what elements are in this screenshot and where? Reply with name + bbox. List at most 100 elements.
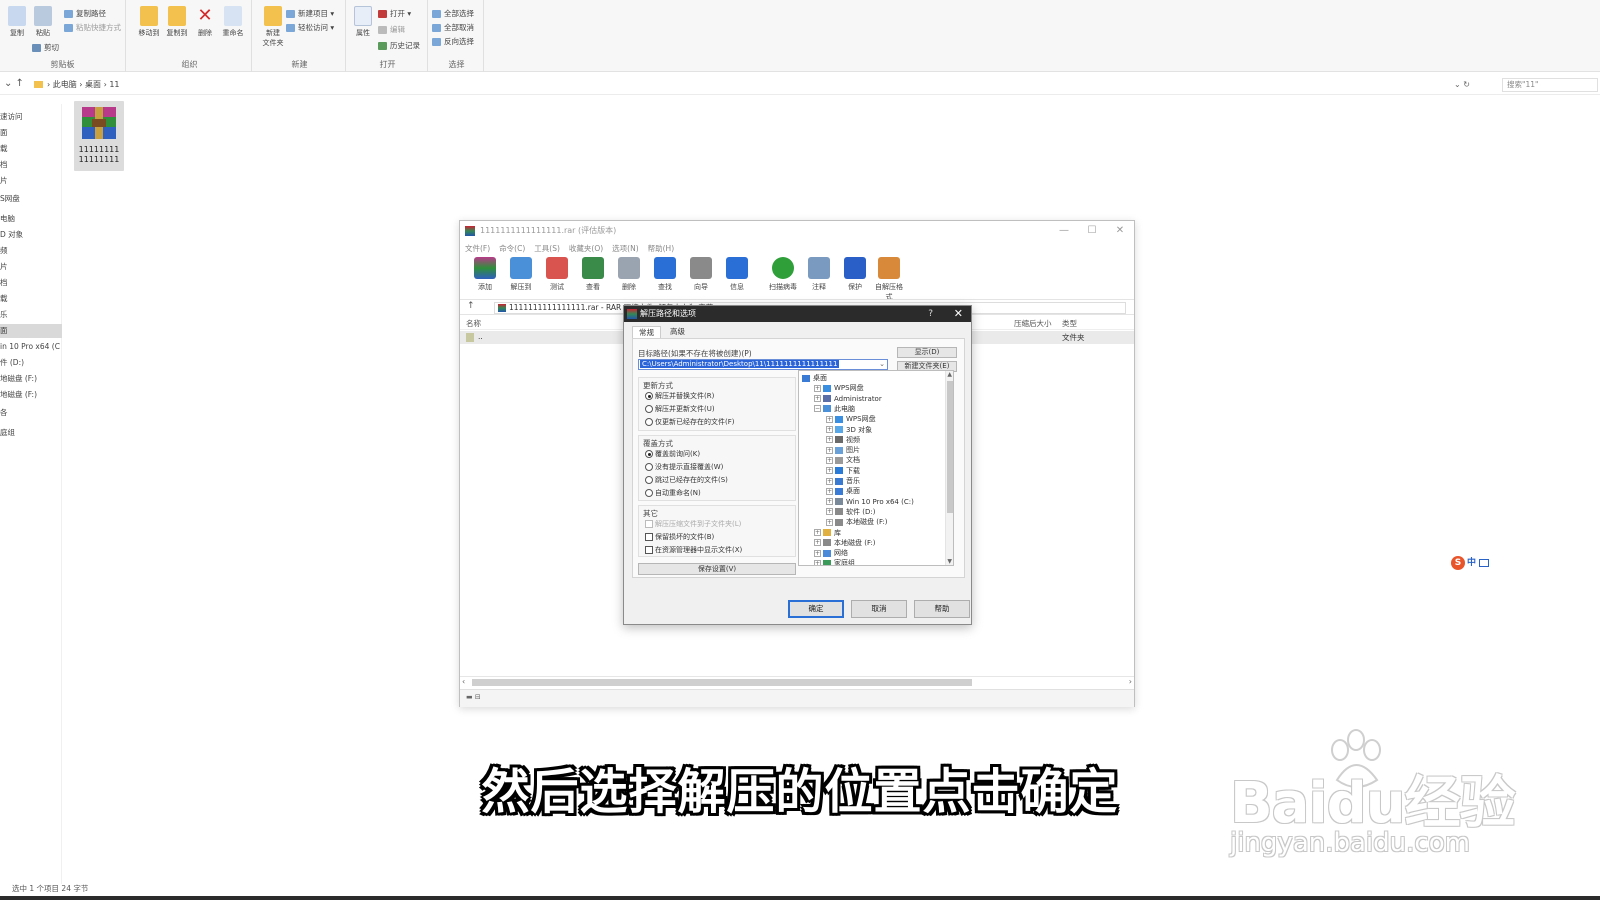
folder-tree[interactable]: 桌面 + WPS网盘 + Administrator − 此电脑 + WPS网盘 +3D 对象 + 视… bbox=[798, 370, 954, 566]
invert-selection-button[interactable]: 反向选择 bbox=[432, 36, 474, 48]
expand-icon[interactable]: + bbox=[814, 395, 821, 403]
tree-node[interactable]: + 桌面 bbox=[826, 486, 860, 496]
expand-icon[interactable]: + bbox=[826, 498, 833, 506]
toolbar-button[interactable]: 解压到 bbox=[504, 257, 538, 292]
expand-icon[interactable]: + bbox=[814, 549, 821, 557]
tree-node[interactable]: + 文档 bbox=[826, 455, 860, 465]
tree-node[interactable]: 桌面 bbox=[802, 373, 827, 383]
tab-general[interactable]: 常规 bbox=[632, 326, 661, 338]
copy-button[interactable]: 复制 bbox=[4, 6, 30, 38]
close-icon[interactable]: ✕ bbox=[1106, 221, 1134, 241]
show-button[interactable]: 显示(D) bbox=[897, 347, 957, 358]
toolbar-button[interactable]: 查找 bbox=[648, 257, 682, 292]
toolbar-button[interactable]: 删除 bbox=[612, 257, 646, 292]
horizontal-scrollbar[interactable]: ‹ › bbox=[460, 676, 1134, 688]
expand-icon[interactable]: + bbox=[826, 436, 833, 444]
toolbar-button[interactable]: 注释 bbox=[802, 257, 836, 292]
sidebar-item[interactable]: S网盘 bbox=[0, 192, 62, 206]
expand-icon[interactable]: + bbox=[814, 559, 821, 565]
help-button[interactable]: 帮助 bbox=[914, 600, 970, 618]
sidebar-item[interactable]: 地磁盘 (F:) bbox=[0, 388, 62, 402]
sidebar-item[interactable]: 档 bbox=[0, 276, 62, 290]
up-one-level-icon[interactable]: ↑ bbox=[467, 301, 475, 311]
move-to-button[interactable]: 移动到 bbox=[136, 6, 162, 38]
sidebar-item[interactable]: 速访问 bbox=[0, 110, 62, 124]
sidebar-item[interactable]: 电脑 bbox=[0, 212, 62, 226]
refresh-icon[interactable]: ⌄ ↻ bbox=[1454, 78, 1470, 92]
toolbar-button[interactable]: 信息 bbox=[720, 257, 754, 292]
radio-auto-rename[interactable]: 自动重命名(N) bbox=[645, 488, 701, 498]
tab-advanced[interactable]: 高级 bbox=[664, 326, 691, 338]
copy-path-button[interactable]: 复制路径 bbox=[64, 8, 106, 20]
scroll-thumb[interactable] bbox=[472, 679, 972, 686]
easy-access-button[interactable]: 轻松访问 ▾ bbox=[286, 22, 334, 34]
maximize-icon[interactable]: ☐ bbox=[1078, 221, 1106, 241]
select-none-button[interactable]: 全部取消 bbox=[432, 22, 474, 34]
expand-icon[interactable]: + bbox=[826, 467, 833, 475]
history-button[interactable]: 历史记录 bbox=[378, 40, 420, 52]
radio-skip-existing[interactable]: 跳过已经存在的文件(S) bbox=[645, 475, 728, 485]
tree-node[interactable]: + Administrator bbox=[814, 394, 882, 404]
menu-item[interactable]: 文件(F) bbox=[465, 244, 490, 253]
crumb-this-pc[interactable]: 此电脑 bbox=[53, 80, 77, 89]
expand-icon[interactable]: + bbox=[826, 426, 833, 433]
save-settings-button[interactable]: 保存设置(V) bbox=[638, 563, 796, 575]
dest-path-input[interactable]: C:\Users\Administrator\Desktop\11\111111… bbox=[638, 359, 888, 370]
column-type[interactable]: 类型 bbox=[1062, 318, 1077, 329]
sidebar-item[interactable]: 频 bbox=[0, 244, 62, 258]
tree-node[interactable]: + 家庭组 bbox=[814, 558, 855, 565]
search-input[interactable]: 搜索"11" bbox=[1502, 78, 1598, 92]
expand-icon[interactable]: + bbox=[814, 384, 821, 392]
tree-node[interactable]: + WPS网盘 bbox=[814, 383, 864, 393]
column-name[interactable]: 名称 bbox=[466, 318, 481, 329]
radio-overwrite-no-prompt[interactable]: 没有提示直接覆盖(W) bbox=[645, 462, 723, 472]
expand-icon[interactable]: + bbox=[814, 539, 821, 547]
sidebar-item[interactable]: D 对象 bbox=[0, 228, 62, 242]
expand-icon[interactable]: + bbox=[826, 456, 833, 464]
toolbar-button[interactable]: 自解压格式 bbox=[872, 257, 906, 302]
tree-scrollbar[interactable] bbox=[945, 371, 953, 565]
paste-button[interactable]: 粘贴 bbox=[30, 6, 56, 38]
menu-item[interactable]: 命令(C) bbox=[499, 244, 525, 253]
expand-icon[interactable]: + bbox=[826, 415, 833, 423]
minimize-icon[interactable]: — bbox=[1050, 221, 1078, 241]
toolbar-button[interactable]: 查看 bbox=[576, 257, 610, 292]
sidebar-item[interactable]: 各 bbox=[0, 406, 62, 420]
delete-button[interactable]: ✕ 删除 bbox=[192, 6, 218, 38]
sidebar-item[interactable]: 乐 bbox=[0, 308, 62, 322]
properties-button[interactable]: 属性 bbox=[350, 6, 376, 38]
crumb-desktop[interactable]: 桌面 bbox=[85, 80, 101, 89]
tree-node[interactable]: + 网络 bbox=[814, 548, 848, 558]
expand-icon[interactable]: + bbox=[826, 477, 833, 485]
sidebar-item[interactable]: 载 bbox=[0, 142, 62, 156]
sidebar-item[interactable]: 地磁盘 (F:) bbox=[0, 372, 62, 386]
collapse-icon[interactable]: − bbox=[814, 405, 821, 413]
ime-indicator[interactable]: S中 bbox=[1451, 555, 1501, 571]
scroll-down-icon[interactable]: ▼ bbox=[947, 558, 952, 565]
close-icon[interactable]: ✕ bbox=[954, 306, 963, 322]
sidebar-item[interactable]: 件 (D:) bbox=[0, 356, 62, 370]
checkbox-extract-to-subfolder[interactable]: 解压压缩文件到子文件夹(L) bbox=[645, 519, 741, 529]
toolbar-button[interactable]: 扫描病毒 bbox=[766, 257, 800, 292]
help-icon[interactable]: ? bbox=[928, 306, 933, 322]
sidebar-item[interactable]: 面 bbox=[0, 126, 62, 140]
menu-item[interactable]: 工具(S) bbox=[534, 244, 560, 253]
ok-button[interactable]: 确定 bbox=[788, 600, 844, 618]
tree-node[interactable]: − 此电脑 bbox=[814, 404, 855, 414]
toolbar-button[interactable]: 测试 bbox=[540, 257, 574, 292]
tree-node[interactable]: + Win 10 Pro x64 (C:) bbox=[826, 497, 914, 507]
tree-node[interactable]: + 图片 bbox=[826, 445, 860, 455]
sidebar-item[interactable]: 庭组 bbox=[0, 426, 62, 440]
tree-node[interactable]: + 下载 bbox=[826, 466, 860, 476]
paste-shortcut-button[interactable]: 粘贴快捷方式 bbox=[64, 22, 121, 34]
checkbox-show-in-explorer[interactable]: 在资源管理器中显示文件(X) bbox=[645, 545, 742, 555]
tree-node[interactable]: + 软件 (D:) bbox=[826, 507, 875, 517]
toolbar-button[interactable]: 向导 bbox=[684, 257, 718, 292]
scroll-up-icon[interactable]: ▲ bbox=[947, 371, 952, 378]
tree-node[interactable]: + 视频 bbox=[826, 435, 860, 445]
tree-node[interactable]: +3D 对象 bbox=[826, 425, 872, 435]
menu-item[interactable]: 帮助(H) bbox=[648, 244, 675, 253]
select-all-button[interactable]: 全部选择 bbox=[432, 8, 474, 20]
radio-ask-before-overwrite[interactable]: 覆盖前询问(K) bbox=[645, 449, 700, 459]
new-folder-button[interactable]: 新建 文件夹 bbox=[258, 6, 288, 48]
